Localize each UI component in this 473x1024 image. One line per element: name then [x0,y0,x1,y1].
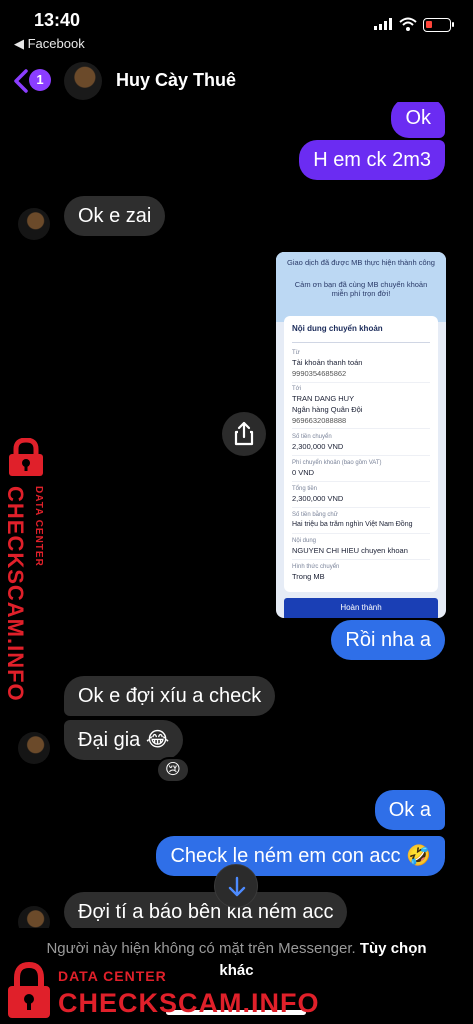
receipt-label: Số tiền bằng chữ [292,512,338,518]
receipt-value: 9990354685862 [292,369,347,378]
divider [292,382,430,383]
message-bubble-incoming[interactable]: Ok e đợi xíu a check [64,676,276,716]
message-bubble-incoming[interactable]: Ok e zai [64,196,166,236]
message-bubble-outgoing[interactable]: Ok a [374,790,445,830]
contact-name[interactable]: Huy Cày Thuê [116,70,236,91]
receipt-value: 2,300,000 VND [292,442,344,451]
message-list[interactable]: Ok H em ck 2m3 Ok e zai Giao dịch đã đượ… [0,102,473,928]
unread-count-badge: 1 [29,69,51,91]
message-bubble-outgoing[interactable]: Check le ném em con acc 🤣 [156,836,445,876]
receipt-value: Trong MB [292,572,325,581]
receipt-section-title: Nội dung chuyển khoản [292,324,383,333]
contact-avatar-small[interactable] [18,906,50,928]
scroll-to-bottom-button[interactable] [214,864,258,908]
receipt-label: Phí chuyển khoản (bao gồm VAT) [292,460,382,466]
watermark-sub: DATA CENTER [58,968,167,984]
message-reaction[interactable]: 😢 [156,757,190,783]
watermark-brand: CHECKSCAM.INFO [58,988,320,1018]
receipt-label: Nội dung [292,538,317,544]
receipt-value: Tài khoản thanh toán [292,358,363,367]
padlock-icon [8,962,50,1018]
chat-header: 1 Huy Cày Thuê [0,60,473,102]
message-bubble-incoming[interactable]: Đại gia 😂 [64,720,184,760]
message-bubble-outgoing[interactable]: Ok [391,102,445,138]
receipt-done-button: Hoàn thành [284,598,438,618]
receipt-value: Hai triệu ba trăm nghìn Việt Nam Đồng [292,521,413,528]
divider [292,533,430,534]
divider [292,481,430,482]
receipt-value: 9696632088888 [292,416,347,425]
wifi-icon [399,17,417,31]
receipt-details-card: Nội dung chuyển khoản Từ Tài khoản thanh… [284,316,438,592]
back-to-facebook-link[interactable]: ◀ Facebook [14,36,85,52]
message-bubble-outgoing[interactable]: H em ck 2m3 [299,140,445,180]
watermark-sub: DATA CENTER [33,486,44,567]
contact-avatar[interactable] [64,62,102,100]
receipt-label: Số tiền chuyển [292,434,332,440]
battery-icon [423,18,454,32]
receipt-label: Từ [292,350,300,356]
receipt-success-text: Giao dịch đã được MB thực hiện thành côn… [287,258,435,267]
transfer-receipt-image[interactable]: Giao dịch đã được MB thực hiện thành côn… [276,252,446,618]
divider [292,455,430,456]
watermark-brand: CHECKSCAM.INFO [3,486,28,702]
unavailable-notice: Người này hiện không có mặt trên Messeng… [46,940,356,957]
contact-avatar-small[interactable] [18,732,50,764]
receipt-label: Tổng tiền [292,486,318,492]
status-bar: 13:40 ◀ Facebook [0,0,473,60]
receipt-value: NGUYEN CHI HIEU chuyen khoan [292,546,408,555]
message-bubble-incoming[interactable]: Đợi tí a báo bên kia ném acc [64,892,348,928]
receipt-label: Tới [292,386,301,392]
divider [292,559,430,560]
divider [292,342,430,343]
divider [292,428,430,429]
receipt-banner: Giao dịch đã được MB thực hiện thành côn… [276,252,446,322]
share-button[interactable] [222,412,266,456]
back-chevron-icon[interactable] [12,68,30,94]
message-bubble-outgoing[interactable]: Rồi nha a [331,620,445,660]
receipt-thanks-text: Cảm ơn bạn đã cùng MB chuyển khoản miễn … [294,280,428,298]
receipt-label: Hình thức chuyển [292,564,340,570]
share-icon [234,421,254,446]
padlock-icon [9,438,43,476]
status-time: 13:40 [34,10,81,30]
receipt-value: Ngân hàng Quân Đội [292,405,363,414]
receipt-value: 0 VND [292,468,315,477]
watermark-side: CHECKSCAM.INFO DATA CENTER [0,438,56,702]
receipt-value: 2,300,000 VND [292,494,344,503]
watermark-bottom: DATA CENTER CHECKSCAM.INFO [0,960,319,1024]
contact-avatar-small[interactable] [18,208,50,240]
cellular-signal-icon [374,18,392,30]
receipt-value: TRAN DANG HUY [292,394,355,403]
arrow-down-icon [228,876,246,897]
divider [292,507,430,508]
